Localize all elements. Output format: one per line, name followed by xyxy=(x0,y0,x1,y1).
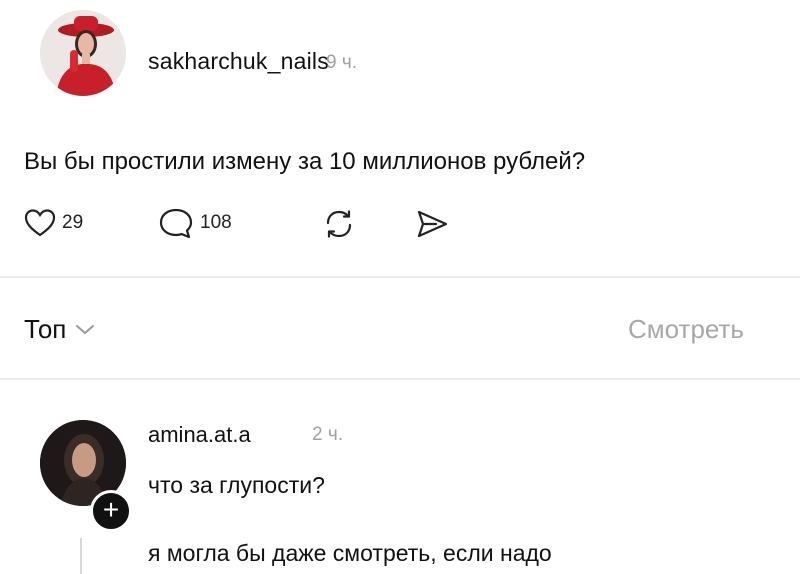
like-count: 29 xyxy=(62,212,84,233)
sort-label: Топ xyxy=(24,314,67,344)
thread-line xyxy=(80,538,82,574)
like-button[interactable] xyxy=(24,208,56,238)
avatar-image xyxy=(40,10,126,96)
chevron-down-icon xyxy=(76,324,95,334)
comment-count: 108 xyxy=(200,212,232,233)
reply-text: я могла бы даже смотреть, если надо xyxy=(148,540,552,566)
post-time: 9 ч. xyxy=(326,52,358,73)
post-author-avatar[interactable] xyxy=(40,10,126,96)
comment-time: 2 ч. xyxy=(312,424,344,445)
send-icon xyxy=(417,210,448,238)
watch-link[interactable]: Смотреть xyxy=(628,314,744,345)
follow-plus-button[interactable]: + xyxy=(90,490,132,532)
post-text: Вы бы простили измену за 10 миллионов ру… xyxy=(24,148,586,175)
repost-button[interactable] xyxy=(322,207,356,241)
comment-button[interactable] xyxy=(158,207,194,241)
repost-icon xyxy=(326,210,352,238)
divider xyxy=(0,378,800,380)
speech-bubble-icon xyxy=(159,208,193,239)
comment-text: что за глупости? xyxy=(148,472,325,498)
comment-username[interactable]: amina.at.a xyxy=(148,422,251,448)
share-button[interactable] xyxy=(414,207,450,241)
sort-dropdown[interactable]: Топ xyxy=(24,314,96,345)
heart-icon xyxy=(24,209,56,237)
divider xyxy=(0,276,800,278)
post-username[interactable]: sakharchuk_nails xyxy=(148,48,329,75)
